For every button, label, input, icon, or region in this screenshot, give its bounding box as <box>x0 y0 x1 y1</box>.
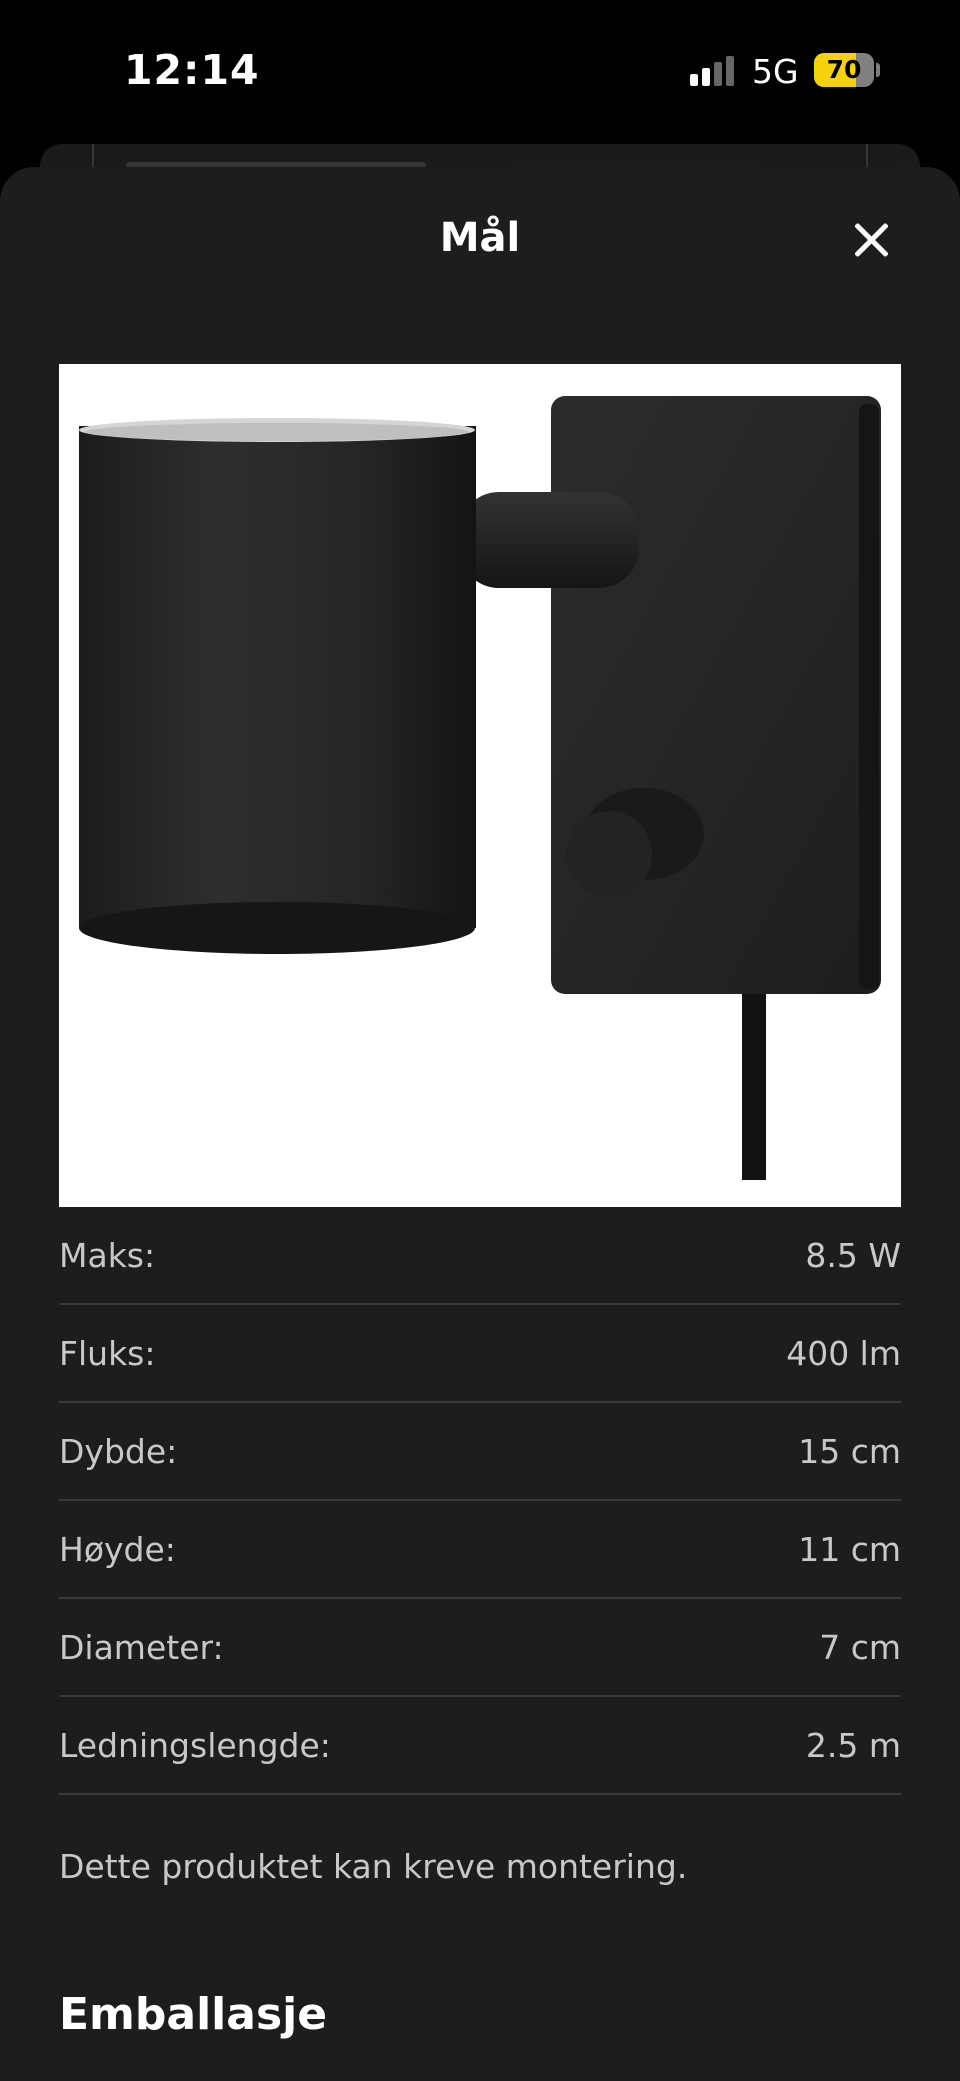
spec-value: 7 cm <box>819 1627 901 1667</box>
spec-value: 8.5 W <box>805 1235 901 1275</box>
dimensions-modal: Mål Maks: 8.5 W Fluks: 400 lm Dybde: 15 … <box>0 167 960 2081</box>
spec-value: 400 lm <box>786 1333 901 1373</box>
spec-value: 15 cm <box>798 1431 901 1471</box>
spec-label: Høyde: <box>59 1529 176 1569</box>
battery-icon: 70 <box>814 53 874 87</box>
spec-label: Dybde: <box>59 1431 178 1471</box>
status-bar: 12:14 5G 70 <box>0 0 960 140</box>
product-image <box>59 364 901 1207</box>
spec-row-height: Høyde: 11 cm <box>59 1501 901 1599</box>
spec-row-depth: Dybde: 15 cm <box>59 1403 901 1501</box>
spec-row-max: Maks: 8.5 W <box>59 1207 901 1305</box>
battery-tip <box>876 63 880 77</box>
spec-value: 11 cm <box>798 1529 901 1569</box>
battery-percent: 70 <box>826 55 862 84</box>
signal-icon <box>690 56 736 86</box>
specs-list: Maks: 8.5 W Fluks: 400 lm Dybde: 15 cm H… <box>59 1207 901 1795</box>
close-icon[interactable] <box>846 215 896 265</box>
assembly-note: Dette produktet kan kreve montering. <box>59 1847 688 1886</box>
spec-label: Fluks: <box>59 1333 156 1373</box>
network-type: 5G <box>752 52 799 91</box>
status-time: 12:14 <box>124 46 260 94</box>
spec-value: 2.5 m <box>805 1725 901 1765</box>
spec-label: Ledningslengde: <box>59 1725 331 1765</box>
packaging-heading[interactable]: Emballasje <box>59 1989 327 2040</box>
spec-row-diameter: Diameter: 7 cm <box>59 1599 901 1697</box>
modal-title: Mål <box>439 215 521 261</box>
spec-label: Diameter: <box>59 1627 224 1667</box>
wall-lamp-illustration <box>79 396 881 1180</box>
spec-row-flux: Fluks: 400 lm <box>59 1305 901 1403</box>
spec-row-cord-length: Ledningslengde: 2.5 m <box>59 1697 901 1795</box>
spec-label: Maks: <box>59 1235 156 1275</box>
